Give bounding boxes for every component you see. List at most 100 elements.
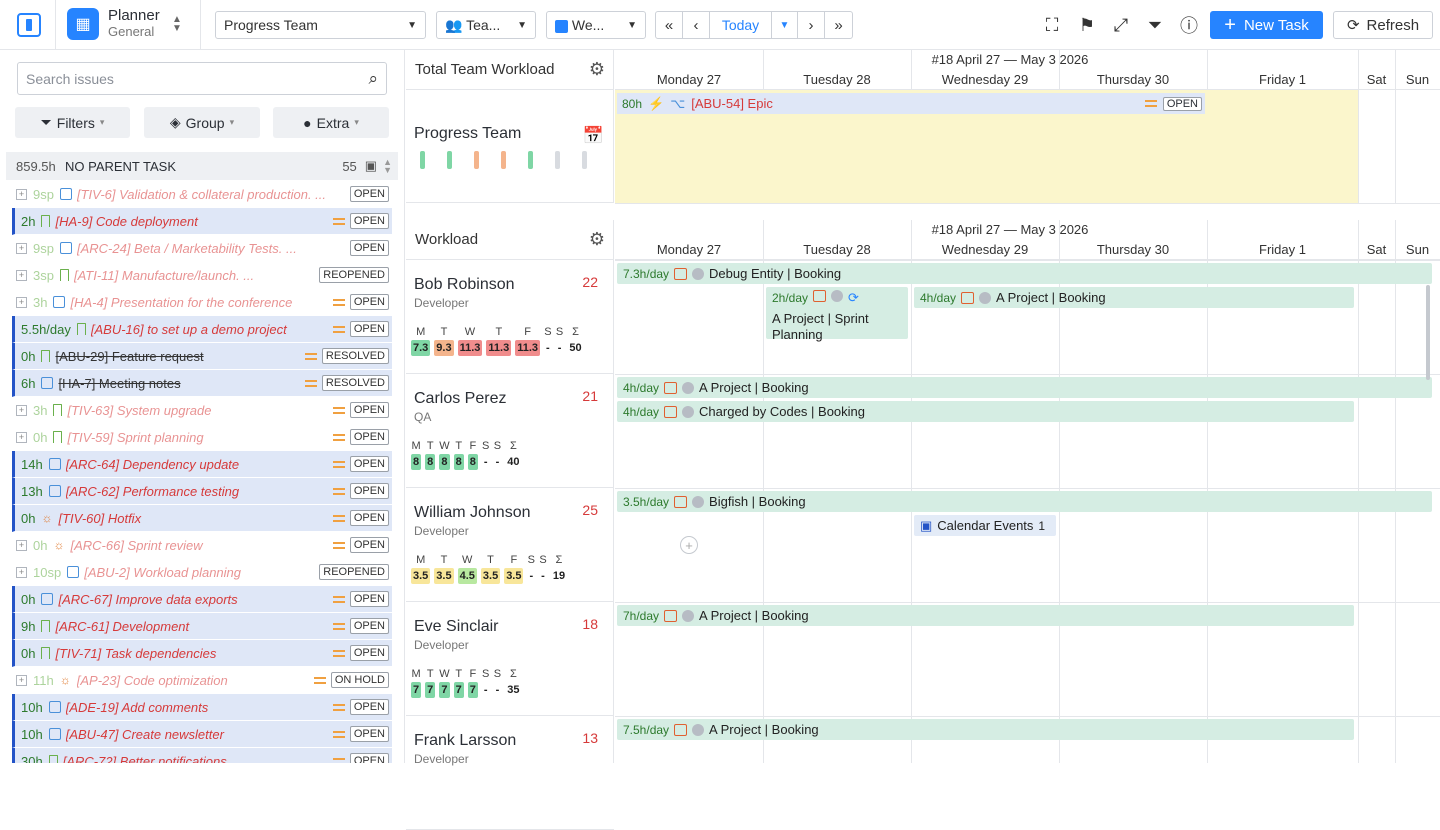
flag-icon[interactable]: ⚑ (1075, 13, 1099, 37)
booking-bar[interactable]: 4h/day A Project | Booking (914, 287, 1354, 308)
expand-icon[interactable]: + (16, 188, 27, 200)
day-label: S (493, 668, 502, 680)
priority-medium-icon (313, 676, 326, 684)
expand-icon[interactable]: + (16, 431, 27, 443)
chevron-right-icon[interactable]: › (798, 12, 825, 38)
today-dropdown-icon[interactable]: ▼ (772, 12, 798, 38)
issue-row[interactable]: 13h [ARC-62] Performance testing OPEN (12, 478, 392, 505)
issue-row[interactable]: +3h [HA-4] Presentation for the conferenc… (12, 289, 392, 316)
day-label: W (439, 668, 450, 680)
day-hours: 7 (453, 682, 464, 698)
issue-row[interactable]: +9sp [TIV-6] Validation & collateral prod… (12, 181, 392, 208)
new-task-label: New Task (1243, 16, 1309, 34)
search-input[interactable]: Search issues ⌕ (17, 62, 387, 95)
issue-row[interactable]: 5.5h/day [ABU-16] to set up a demo projec… (12, 316, 392, 343)
issue-row[interactable]: +10sp [ABU-2] Workload planning REOPENED (12, 559, 392, 586)
epic-bar[interactable]: 80h ⚡ ⌥ [ABU-54] Epic OPEN (617, 93, 1205, 114)
person-card[interactable]: Bob Robinson Developer 22 M 7.3 T 9.3 W 11.3 T 11.… (406, 260, 614, 374)
check-circle-icon (692, 495, 705, 508)
help-icon[interactable]: ⓘ (1177, 13, 1201, 37)
booking-bar[interactable]: 7.3h/day Debug Entity | Booking (617, 263, 1432, 284)
issue-row[interactable]: +3h [TIV-63] System upgrade OPEN (12, 397, 392, 424)
expand-icon[interactable]: + (16, 539, 27, 551)
person-card[interactable]: Carlos Perez QA 21 M 8 T 8 W 8 T 8 F 8 S - S - Σ 40 (406, 374, 614, 488)
booking-bar[interactable]: ▣ Calendar Events 1 (914, 515, 1056, 536)
new-task-button[interactable]: + New Task (1210, 11, 1323, 39)
filter-icon[interactable]: ⏷ (1143, 13, 1167, 37)
booking-bar[interactable]: 3.5h/day Bigfish | Booking (617, 491, 1432, 512)
group-button[interactable]: ◈ Group ▾ (144, 107, 260, 138)
team-card: Progress Team 📅 (406, 90, 614, 203)
check-circle-icon (682, 381, 695, 394)
refresh-button[interactable]: ⟳ Refresh (1333, 11, 1433, 39)
calendar-check-icon[interactable]: ▣ (365, 158, 377, 174)
app-title[interactable]: Planner General (108, 7, 160, 39)
sort-icon[interactable]: ▲ ▼ (383, 158, 392, 175)
team-select[interactable]: Progress Team ▼ (215, 11, 426, 39)
booking-bar[interactable]: 4h/day A Project | Booking (617, 377, 1432, 398)
issue-row[interactable]: 0h ☼ [TIV-60] Hotfix OPEN (12, 505, 392, 532)
double-left-icon[interactable]: « (656, 12, 683, 38)
view-select[interactable]: We... ▼ (546, 11, 646, 39)
booking-bar[interactable]: 7.5h/day A Project | Booking (617, 719, 1354, 740)
sidebar-toggle-icon[interactable] (17, 13, 41, 37)
expand-icon[interactable]: + (16, 566, 27, 578)
booking-bar[interactable]: 7h/day A Project | Booking (617, 605, 1354, 626)
expand-icon[interactable]: + (16, 269, 27, 281)
calendar-clock-icon[interactable]: 📅 (583, 126, 604, 146)
booking-bar[interactable]: 2h/day ⟳ A Project | Sprint Planning (766, 287, 908, 342)
person-card[interactable]: William Johnson Developer 25 M 3.5 T 3.5 W 4.5 T 3… (406, 488, 614, 602)
issue-row[interactable]: +11h ☼ [AP-23] Code optimization ON HOLD (12, 667, 392, 694)
issue-row[interactable]: 14h [ARC-64] Dependency update OPEN (12, 451, 392, 478)
day-label: Σ (555, 554, 563, 566)
person-card[interactable]: Frank Larsson Developer 13 (406, 716, 614, 830)
screenshot-icon[interactable]: ⛶ (1040, 13, 1064, 37)
add-circle-icon[interactable]: + (680, 536, 698, 554)
chevron-left-icon[interactable]: ‹ (683, 12, 710, 38)
fullscreen-icon[interactable]: ⤢ (1109, 13, 1133, 37)
status-badge: OPEN (349, 213, 389, 229)
person-card[interactable]: Eve Sinclair Developer 18 M 7 T 7 W 7 T 7 F 7 S - S - Σ 35 (406, 602, 614, 716)
day-hours: 3.5 (480, 568, 501, 584)
group-select[interactable]: 👥 Tea... ▼ (436, 11, 536, 39)
expand-icon[interactable]: + (16, 674, 27, 686)
expand-icon[interactable]: + (16, 404, 27, 416)
issue-row[interactable]: 2h [HA-9] Code deployment OPEN (12, 208, 392, 235)
issue-row[interactable]: +3sp [ATI-11] Manufacture/launch. ... REOP… (12, 262, 392, 289)
issue-name: [TIV-60] Hotfix (58, 510, 142, 526)
issue-row[interactable]: 6h [HA-7] Meeting notes RESOLVED (12, 370, 392, 397)
gear-icon[interactable]: ⚙ (589, 59, 605, 80)
person-task-count: 25 (582, 502, 598, 518)
booking-bar[interactable]: 4h/day Charged by Codes | Booking (617, 401, 1354, 422)
issue-row[interactable]: 0h [ABU-29] Feature request RESOLVED (12, 343, 392, 370)
issue-name: [TIV-59] Sprint planning (67, 429, 204, 445)
group-header[interactable]: 859.5h NO PARENT TASK 55 ▣ ▲ ▼ (6, 152, 398, 180)
expand-icon[interactable]: + (16, 296, 27, 308)
issue-row[interactable]: 0h [ARC-67] Improve data exports OPEN (12, 586, 392, 613)
app-switch-icon[interactable]: ▲ ▼ (172, 15, 182, 34)
filters-button[interactable]: ⏷ Filters ▾ (15, 107, 130, 138)
extra-button[interactable]: ● Extra ▾ (273, 107, 389, 138)
gear-icon[interactable]: ⚙ (589, 229, 605, 250)
today-button[interactable]: Today (710, 12, 772, 38)
issue-row[interactable]: +0h ☼ [ARC-66] Sprint review OPEN (12, 532, 392, 559)
day-label: T (426, 668, 434, 680)
task-check-icon (48, 728, 61, 740)
issue-estimate: 3sp (33, 267, 54, 283)
team-workload-header: Total Team Workload ⚙ (406, 50, 614, 90)
double-right-icon[interactable]: » (825, 12, 852, 38)
day-header: Sun (1405, 72, 1430, 87)
priority-medium-icon (332, 406, 345, 414)
issue-row[interactable]: 30h [ARC-72] Better notifications OPEN (12, 748, 392, 763)
issue-row[interactable]: 0h [TIV-71] Task dependencies OPEN (12, 640, 392, 667)
issue-row[interactable]: 9h [ARC-61] Development OPEN (12, 613, 392, 640)
issue-row[interactable]: +9sp [ARC-24] Beta / Marketability Tests.… (12, 235, 392, 262)
issue-row[interactable]: 10h [ABU-47] Create newsletter OPEN (12, 721, 392, 748)
day-label: S (482, 668, 490, 680)
issue-row[interactable]: +0h [TIV-59] Sprint planning OPEN (12, 424, 392, 451)
issue-row[interactable]: 10h [ADE-19] Add comments OPEN (12, 694, 392, 721)
scrollbar[interactable] (1426, 285, 1430, 380)
expand-icon[interactable]: + (16, 242, 27, 254)
issue-estimate: 0h (21, 510, 36, 526)
task-check-icon (48, 458, 61, 470)
